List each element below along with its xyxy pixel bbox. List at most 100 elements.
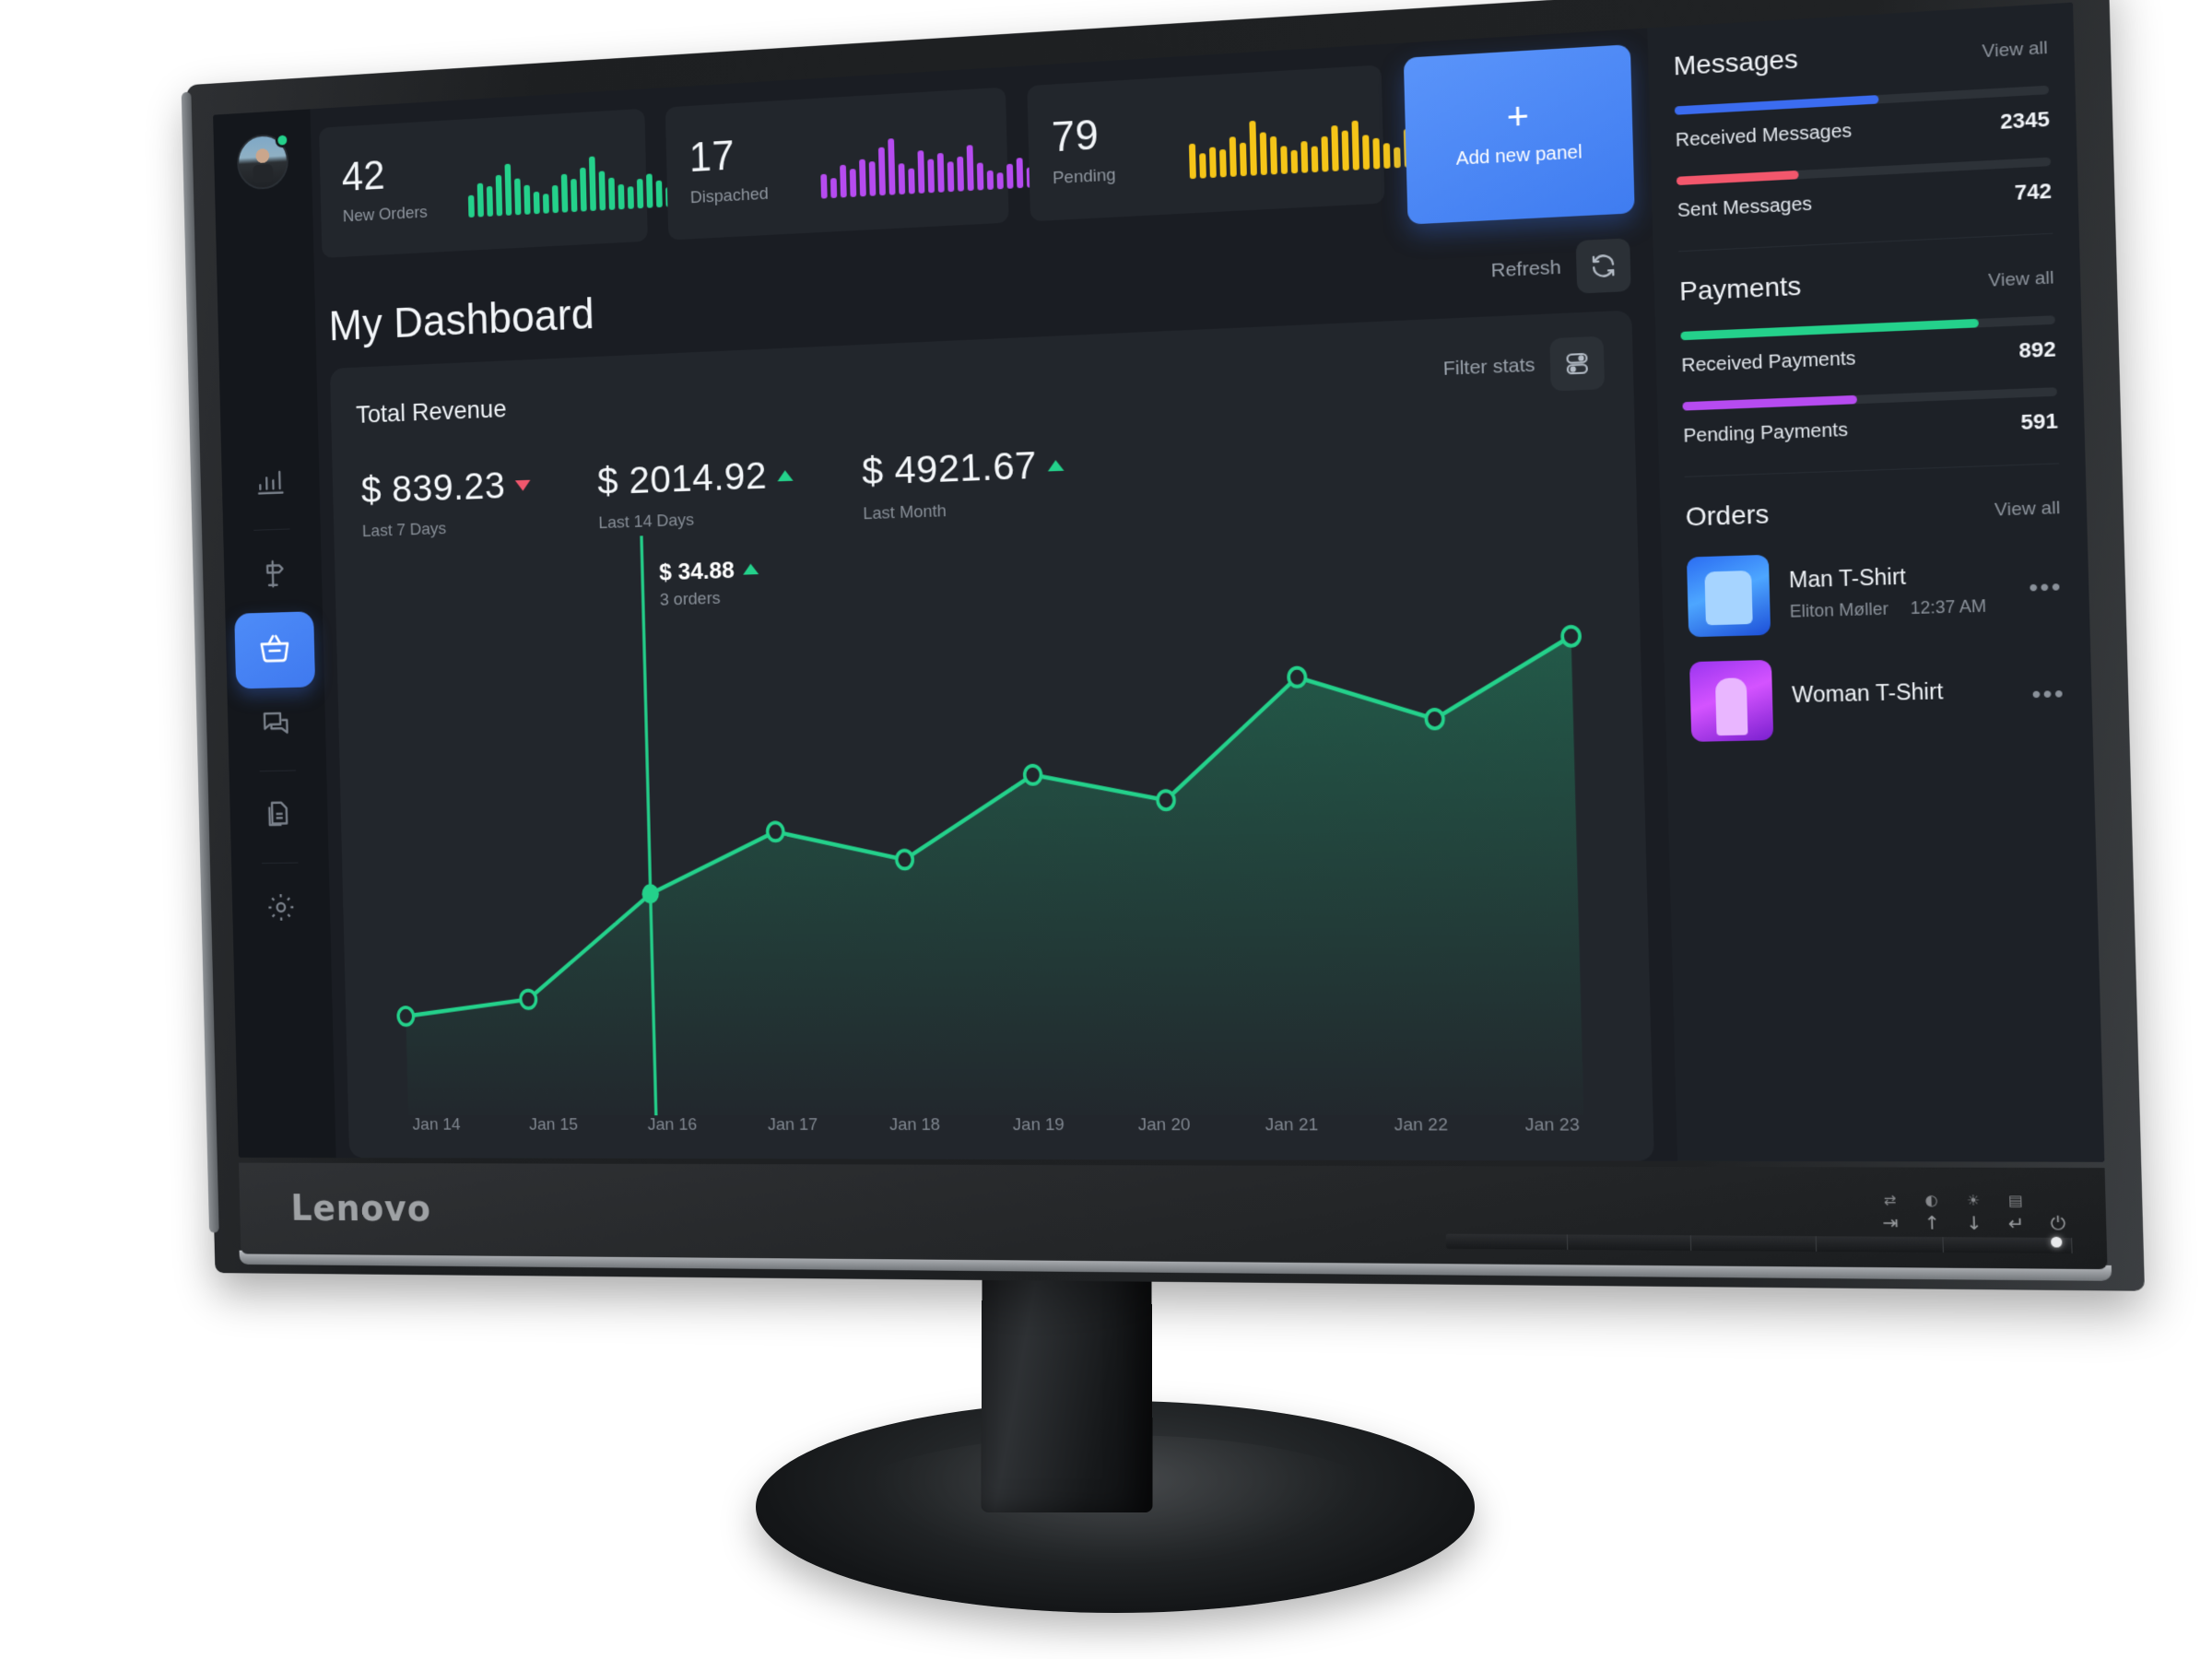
kpi-last-7-days: $ 839.23 Last 7 Days <box>360 463 532 542</box>
order-meta: Eliton Møller 12:37 AM <box>1790 595 2010 622</box>
trend-up-icon <box>1047 459 1065 471</box>
payments-view-all-link[interactable]: View all <box>1988 268 2054 292</box>
kpi-value: $ 839.23 <box>360 464 506 512</box>
order-details: Woman T-Shirt <box>1792 677 2012 717</box>
kpi-value-wrap: $ 839.23 <box>360 463 532 512</box>
refresh-label: Refresh <box>1490 256 1562 282</box>
bar-chart-icon <box>254 465 287 503</box>
refresh-button[interactable]: Refresh <box>1490 238 1631 298</box>
stat-card-new-orders[interactable]: 42 New Orders <box>319 108 673 258</box>
filter-stats-label: Filter stats <box>1442 354 1535 380</box>
order-menu-icon[interactable]: ••• <box>2029 571 2063 602</box>
orders-view-all-link[interactable]: View all <box>1994 498 2061 521</box>
main-content: 42 New Orders 17 Dispached 79 Pending + … <box>311 29 1678 1161</box>
total-revenue-card: Total Revenue Filter stats $ 839.23 Last… <box>329 310 1654 1161</box>
order-menu-icon[interactable]: ••• <box>2031 678 2065 708</box>
sparkline-bar <box>917 149 925 194</box>
meter-label: Sent Messages <box>1677 194 1813 222</box>
order-title: Woman T-Shirt <box>1791 678 1944 708</box>
list-item[interactable]: Man T-Shirt Eliton Møller 12:37 AM ••• <box>1686 546 2064 638</box>
osd-button-strip[interactable] <box>1445 1233 2073 1253</box>
messages-view-all-link[interactable]: View all <box>1982 38 2048 63</box>
documents-icon <box>263 798 295 837</box>
page-title: My Dashboard <box>328 289 595 350</box>
x-tick-label: Jan 19 <box>1012 1115 1065 1135</box>
monitor: Lenovo ⇄ ⇥ ◐ ↑ ☀ ↓ ▤ ↵ ⏻ 42 New Orders 1… <box>181 0 2145 1291</box>
messages-section: Messages View all Received Messages 2345… <box>1673 29 2052 223</box>
meter-row: Received Messages 2345 <box>1675 107 2051 152</box>
sparkline-dispached <box>819 120 1034 199</box>
meter-pending-payments: Pending Payments 591 <box>1682 387 2058 448</box>
sparkline-bar <box>947 161 955 193</box>
screenshot-stage: Lenovo ⇄ ⇥ ◐ ↑ ☀ ↓ ▤ ↵ ⏻ 42 New Orders 1… <box>0 0 2212 1659</box>
contrast-icon: ◐ <box>1924 1191 1938 1209</box>
meter-fill <box>1676 170 1799 186</box>
sparkline-bar <box>820 174 829 199</box>
signpost-icon <box>257 557 289 595</box>
sparkline-bar <box>542 193 549 214</box>
orders-section: Orders View all Man T-Shirt Eliton Mølle… <box>1685 489 2066 742</box>
sidebar-item-documents[interactable] <box>246 784 312 849</box>
osd-contrast-key[interactable]: ◐ ↑ <box>1924 1191 1940 1234</box>
meter-fill <box>1674 95 1879 115</box>
refresh-icon[interactable] <box>1575 238 1631 294</box>
product-thumbnail <box>1686 554 1771 638</box>
stat-value: 79 <box>1051 110 1100 161</box>
sparkline-bar <box>1300 141 1308 173</box>
stat-label: Pending <box>1052 165 1116 189</box>
sparkline-bar <box>1393 147 1401 169</box>
sidebar-item-messages[interactable] <box>243 692 310 757</box>
sparkline-bar <box>850 168 857 197</box>
stat-value: 42 <box>341 151 386 200</box>
sidebar-divider-2 <box>259 770 296 772</box>
tooltip-value: $ 34.88 <box>658 556 735 586</box>
order-customer: Eliton Møller <box>1789 598 1889 621</box>
orders-header: Orders View all <box>1685 489 2060 533</box>
stat-card-pending[interactable]: 79 Pending <box>1026 65 1432 222</box>
osd-menu-key[interactable]: ▤ ↵ <box>2007 1192 2025 1235</box>
sparkline-bar <box>1006 163 1014 189</box>
gear-icon <box>265 890 297 928</box>
enter-icon: ↵ <box>2007 1213 2025 1235</box>
avatar[interactable] <box>236 132 290 191</box>
filter-stats-button[interactable]: Filter stats <box>1442 335 1606 396</box>
meter-fill <box>1682 394 1857 411</box>
monitor-osd-controls[interactable]: ⇄ ⇥ ◐ ↑ ☀ ↓ ▤ ↵ ⏻ <box>1882 1191 2065 1235</box>
order-meta <box>1793 712 2012 716</box>
add-new-panel-button[interactable]: + Add new panel <box>1403 44 1635 225</box>
osd-input-key[interactable]: ⇄ ⇥ <box>1882 1192 1899 1234</box>
sparkline-bar <box>898 163 906 195</box>
revenue-line-chart[interactable]: $ 34.88 3 orders <box>359 502 1624 1115</box>
chart-point <box>897 851 913 869</box>
list-item[interactable]: Woman T-Shirt ••• <box>1688 653 2066 742</box>
chart-point <box>1024 766 1041 784</box>
sidebar-item-orders[interactable] <box>234 611 316 689</box>
meter-received-messages: Received Messages 2345 <box>1674 85 2051 152</box>
osd-power-key[interactable]: ⏻ <box>2050 1214 2065 1235</box>
sidebar-item-campaigns[interactable] <box>240 543 305 608</box>
sparkline-bar <box>1016 158 1024 189</box>
sidebar-divider-3 <box>262 862 299 865</box>
sidebar-item-settings[interactable] <box>248 877 314 941</box>
sparkline-bar <box>966 144 975 192</box>
osd-brightness-key[interactable]: ☀ ↓ <box>1965 1191 1983 1234</box>
basket-icon <box>257 629 293 672</box>
sparkline-bar <box>551 184 559 214</box>
kpi-period: Last 7 Days <box>361 519 447 541</box>
toggles-icon[interactable] <box>1549 335 1606 392</box>
sparkline-bar <box>646 172 653 208</box>
sparkline-bar <box>580 167 587 212</box>
sidebar-item-analytics[interactable] <box>238 451 303 516</box>
brightness-icon: ☀ <box>1966 1191 1981 1209</box>
stat-card-text: 42 New Orders <box>341 150 453 227</box>
order-details: Man T-Shirt Eliton Møller 12:37 AM <box>1789 560 2010 621</box>
sidebar-divider <box>253 528 290 531</box>
revenue-title: Total Revenue <box>355 394 507 429</box>
orders-title: Orders <box>1685 499 1770 532</box>
trend-up-icon <box>777 469 794 481</box>
sparkline-bar <box>1259 132 1267 176</box>
x-tick-label: Jan 20 <box>1137 1115 1191 1135</box>
meter-track <box>1680 315 2055 341</box>
meter-track <box>1682 387 2058 411</box>
stat-card-dispached[interactable]: 17 Dispached <box>665 87 1034 241</box>
